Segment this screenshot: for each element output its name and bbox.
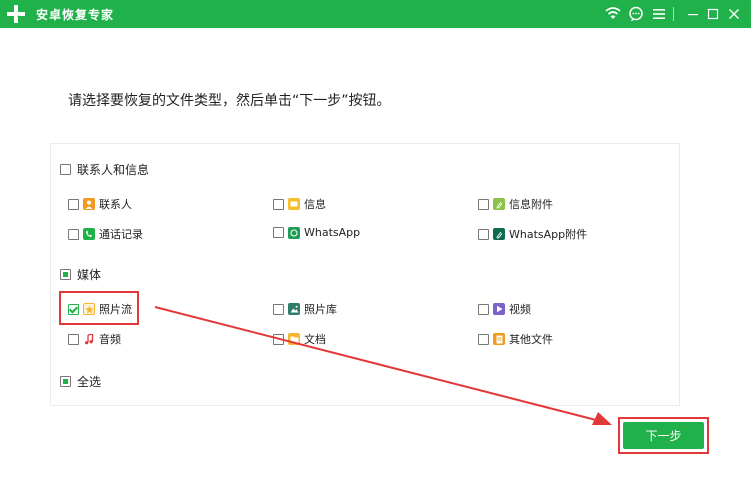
other-file-icon xyxy=(493,333,505,345)
title-bar: 安卓恢复专家 xyxy=(0,0,751,28)
item-messages-checkbox[interactable] xyxy=(273,198,284,210)
message-icon xyxy=(288,198,300,210)
item-documents-label: 文档 xyxy=(304,333,326,346)
item-video[interactable]: 视频 xyxy=(478,301,531,317)
item-audio-checkbox[interactable] xyxy=(68,333,79,345)
item-contacts-checkbox[interactable] xyxy=(68,198,79,210)
photo-library-icon xyxy=(288,303,300,315)
item-documents[interactable]: 文档 xyxy=(273,331,326,347)
close-icon[interactable] xyxy=(725,5,743,23)
item-video-checkbox[interactable] xyxy=(478,303,489,315)
item-contacts[interactable]: 联系人 xyxy=(68,196,132,212)
item-whatsapp-attachments-label: WhatsApp附件 xyxy=(509,228,588,241)
instruction-text: 请选择要恢复的文件类型，然后单击“下一步”按钮。 xyxy=(68,93,391,109)
item-other-files-label: 其他文件 xyxy=(509,333,553,346)
item-photo-library-checkbox[interactable] xyxy=(273,303,284,315)
item-call-log-label: 通话记录 xyxy=(99,228,143,241)
wifi-icon[interactable] xyxy=(604,5,622,23)
item-whatsapp-checkbox[interactable] xyxy=(273,227,284,238)
select-all-checkbox[interactable] xyxy=(60,376,71,387)
app-title: 安卓恢复专家 xyxy=(36,8,115,22)
item-messages[interactable]: 信息 xyxy=(273,196,326,212)
group-media[interactable]: 媒体 xyxy=(60,266,101,283)
whatsapp-icon xyxy=(288,226,300,239)
contact-icon xyxy=(83,198,95,210)
group-contacts-messages-checkbox[interactable] xyxy=(60,164,71,175)
group-contacts-messages[interactable]: 联系人和信息 xyxy=(60,161,149,178)
select-all-label: 全选 xyxy=(77,375,102,389)
video-icon xyxy=(493,303,505,315)
item-photo-library-label: 照片库 xyxy=(304,303,337,316)
item-documents-checkbox[interactable] xyxy=(273,333,284,345)
item-other-files-checkbox[interactable] xyxy=(478,333,489,345)
item-messages-label: 信息 xyxy=(304,198,326,211)
item-contacts-label: 联系人 xyxy=(99,198,132,211)
item-message-attachments-checkbox[interactable] xyxy=(478,198,489,210)
item-video-label: 视频 xyxy=(509,303,531,316)
item-audio[interactable]: 音频 xyxy=(68,331,121,347)
titlebar-divider xyxy=(673,7,674,21)
attachment-icon xyxy=(493,198,505,210)
app-logo-icon xyxy=(7,5,25,23)
chat-icon[interactable] xyxy=(627,5,645,23)
phone-icon xyxy=(83,228,95,240)
whatsapp-attachment-icon xyxy=(493,228,505,240)
select-all[interactable]: 全选 xyxy=(60,373,101,390)
menu-icon[interactable] xyxy=(650,5,668,23)
next-button[interactable]: 下一步 xyxy=(623,422,704,449)
group-contacts-messages-label: 联系人和信息 xyxy=(77,163,150,177)
document-icon xyxy=(288,333,300,345)
group-media-label: 媒体 xyxy=(77,268,102,282)
item-call-log[interactable]: 通话记录 xyxy=(68,226,143,242)
item-whatsapp[interactable]: WhatsApp xyxy=(273,226,360,239)
minimize-icon[interactable] xyxy=(684,5,702,23)
audio-icon xyxy=(83,333,95,345)
item-whatsapp-attachments[interactable]: WhatsApp附件 xyxy=(478,226,587,242)
item-whatsapp-attachments-checkbox[interactable] xyxy=(478,228,489,240)
item-photo-library[interactable]: 照片库 xyxy=(273,301,337,317)
photo-stream-highlight-box xyxy=(59,291,139,325)
maximize-icon[interactable] xyxy=(704,5,722,23)
item-other-files[interactable]: 其他文件 xyxy=(478,331,553,347)
file-type-panel xyxy=(50,143,680,406)
item-whatsapp-label: WhatsApp xyxy=(304,226,361,239)
item-audio-label: 音频 xyxy=(99,333,121,346)
item-message-attachments-label: 信息附件 xyxy=(509,198,553,211)
item-message-attachments[interactable]: 信息附件 xyxy=(478,196,553,212)
item-call-log-checkbox[interactable] xyxy=(68,228,79,240)
group-media-checkbox[interactable] xyxy=(60,269,71,280)
